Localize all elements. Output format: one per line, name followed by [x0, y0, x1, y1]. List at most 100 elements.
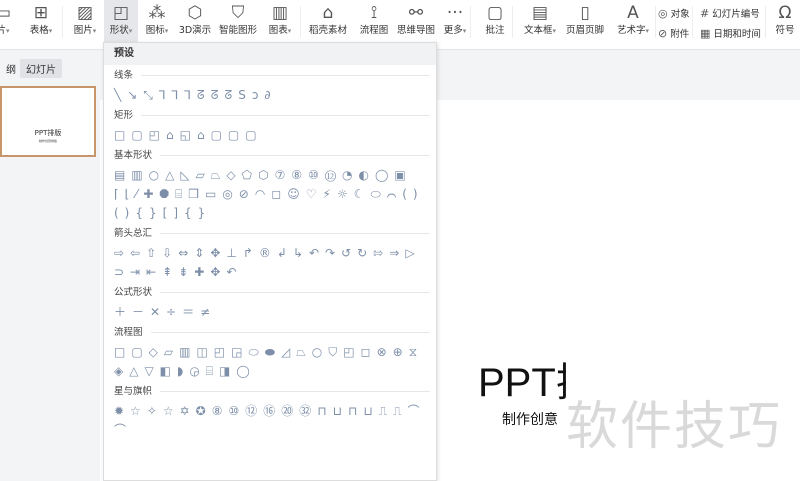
toolbar-label: 更多▾ [436, 24, 474, 38]
label-text: 艺术字 [616, 25, 646, 36]
thumb-title: PPT排版 [34, 129, 62, 137]
label-text: 附件 [670, 29, 690, 40]
shape-options-icon[interactable]: ✹☆✧☆✡✪⑧⑩⑫⑯⑳㉜⊓⊔⊓⊔⎍⎍⌒⌒ [104, 402, 434, 440]
section-header: 矩形 [104, 105, 436, 126]
comment-icon: ▢ [486, 3, 504, 23]
material-icon: ⌂ [322, 3, 334, 23]
preset-header: 预设 [104, 43, 436, 65]
smartart-icon: ⛉ [231, 3, 245, 23]
toolbar-divider [512, 6, 513, 38]
label-text: 批注 [485, 25, 505, 36]
shapes-dropdown-panel: 预设 线条 ╲↘⤡⅂⅂⅂ᘔᘔᘔSↄ∂ 矩形 □▢◰⌂◱⌂▢▢▢ 基本形状 ▤▥○△◺▱⏢◇… [103, 42, 437, 481]
divider [160, 155, 430, 156]
label-text: 文本框 [523, 25, 553, 36]
toolbar-slide-number-button[interactable]: # 幻灯片编号 [700, 6, 760, 20]
toolbar-textbox-button[interactable]: ▤ 文本框▾ [518, 0, 562, 44]
label-text: 表格 [29, 25, 49, 36]
toolbar-smartart-button[interactable]: ⛉ 智能图形 [216, 0, 260, 44]
label-text: 图表 [268, 25, 288, 36]
toolbar-label: 批注 [478, 24, 512, 38]
toolbar-cube-button[interactable]: ⬡ 3D演示 [174, 0, 216, 44]
toolbar-header-footer-button[interactable]: ▯ 页眉页脚 [562, 0, 608, 44]
label-text: 图片 [73, 25, 93, 36]
cube-icon: ⬡ [187, 3, 203, 23]
toolbar-comment-button[interactable]: ▢ 批注 [478, 0, 512, 44]
toolbar-shapes-button[interactable]: ◰ 形状▾ [104, 0, 138, 44]
section-header: 箭头总汇 [104, 223, 436, 244]
shape-options-icon[interactable]: ＋－✕÷＝≠ [104, 303, 434, 322]
toolbar-table-button[interactable]: ⊞ 表格▾ [22, 0, 60, 44]
slide-number-icon: # [700, 7, 710, 20]
section-label: 基本形状 [114, 150, 153, 161]
section-label: 矩形 [114, 110, 134, 121]
toolbar-divider [765, 6, 766, 38]
toolbar-icons-button[interactable]: ⁂ 图标▾ [140, 0, 174, 44]
toolbar-label: 表格▾ [22, 24, 60, 38]
toolbar-slide-button[interactable]: ▭ 片▾ [0, 0, 14, 44]
chevron-down-icon: ▾ [128, 27, 133, 35]
toolbar-material-button[interactable]: ⌂ 稻壳素材 [306, 0, 350, 44]
toolbar-picture-button[interactable]: ▨ 图片▾ [68, 0, 102, 44]
mindmap-icon: ⚯ [408, 3, 424, 23]
section-label: 箭头总汇 [114, 228, 153, 239]
tab-slides[interactable]: 幻灯片 [20, 59, 62, 78]
more-icon: ··· [446, 3, 464, 23]
shape-options-icon[interactable]: □▢◰⌂◱⌂▢▢▢ [104, 126, 434, 145]
chevron-down-icon: ▾ [92, 27, 97, 35]
shape-options-icon[interactable]: ▤▥○△◺▱⏢◇⬠⬡⑦⑧⑩⑫◔◐◯▣⌈⌊⁄✚⯃⌸❒▭◎⊘◠◻☺♡⚡☼☾⬭⌒()(… [104, 166, 434, 223]
toolbar-more-button[interactable]: ··· 更多▾ [436, 0, 474, 44]
picture-icon: ▨ [76, 3, 94, 23]
toolbar-divider [692, 6, 693, 38]
toolbar-object-button[interactable]: ◎ 对象 [658, 6, 690, 20]
label-text: 页眉页脚 [565, 25, 604, 36]
toolbar-label: 稻壳素材 [306, 24, 350, 38]
label-text: 幻灯片编号 [712, 9, 760, 20]
toolbar-attachment-button[interactable]: ⊘ 附件 [658, 26, 689, 40]
chevron-down-icon: ▾ [462, 27, 467, 35]
slide-subtitle[interactable]: 制作创意 [502, 409, 558, 429]
toolbar-flowchart-button[interactable]: ⟟ 流程图 [354, 0, 394, 44]
divider [160, 292, 430, 293]
slide-icon: ▭ [0, 3, 12, 23]
slide-thumbnail[interactable]: PPT排版 制作创意排版 [0, 86, 96, 157]
toolbar-mindmap-button[interactable]: ⚯ 思维导图 [394, 0, 438, 44]
toolbar-wordart-button[interactable]: A 艺术字▾ [610, 0, 656, 44]
section-header: 线条 [104, 65, 436, 86]
shape-options-icon[interactable]: ⇨⇦⇧⇩⇔⇕✥⊥↱®↲↳↶↷↺↻⇰⇒▷⊃⇥⇤⇞⇟✚✥↶ [104, 244, 434, 282]
toolbar-chart-button[interactable]: ▥ 图表▾ [262, 0, 298, 44]
divider [141, 75, 430, 76]
chevron-down-icon: ▾ [48, 27, 53, 35]
header-footer-icon: ▯ [580, 3, 590, 23]
label-text: 更多 [443, 25, 463, 36]
tab-outline[interactable]: 纲 [0, 59, 22, 78]
icons-icon: ⁂ [148, 3, 166, 23]
chart-icon: ▥ [271, 3, 289, 23]
shape-options-icon[interactable]: □▢◇▱▥◫◰◲⬭⬬◿⏢○⛉◰◻⊗⊕⧖◈△▽◧◗◶⌸◨◯ [104, 343, 434, 381]
toolbar-label: 形状▾ [104, 24, 138, 38]
section-label: 流程图 [114, 327, 143, 338]
toolbar-label: 流程图 [354, 24, 394, 38]
section-label: 线条 [114, 70, 134, 81]
attachment-icon: ⊘ [658, 27, 668, 40]
shape-options-icon[interactable]: ╲↘⤡⅂⅂⅂ᘔᘔᘔSↄ∂ [104, 86, 434, 105]
toolbar-divider [655, 6, 656, 38]
divider [150, 332, 430, 333]
toolbar-omega-button[interactable]: Ω 符号 [770, 0, 800, 44]
toolbar-date-time-button[interactable]: ▦ 日期和时间 [700, 26, 761, 40]
label-text: 日期和时间 [713, 29, 761, 40]
toolbar-label: 片▾ [0, 24, 14, 38]
label-text: 3D演示 [178, 25, 212, 36]
toolbar-label: 图标▾ [140, 24, 174, 38]
chevron-down-icon: ▾ [164, 27, 169, 35]
object-icon: ◎ [658, 7, 668, 20]
thumb-subtitle: 制作创意排版 [38, 139, 57, 143]
divider [160, 391, 430, 392]
shape-section: 公式形状 ＋－✕÷＝≠ [104, 282, 436, 322]
textbox-icon: ▤ [531, 3, 549, 23]
toolbar-label: 艺术字▾ [610, 24, 656, 38]
label-text: 图标 [145, 25, 165, 36]
section-header: 流程图 [104, 322, 436, 343]
toolbar-divider [300, 6, 301, 38]
label-text: 稻壳素材 [308, 25, 347, 36]
shape-section: 线条 ╲↘⤡⅂⅂⅂ᘔᘔᘔSↄ∂ [104, 65, 436, 105]
